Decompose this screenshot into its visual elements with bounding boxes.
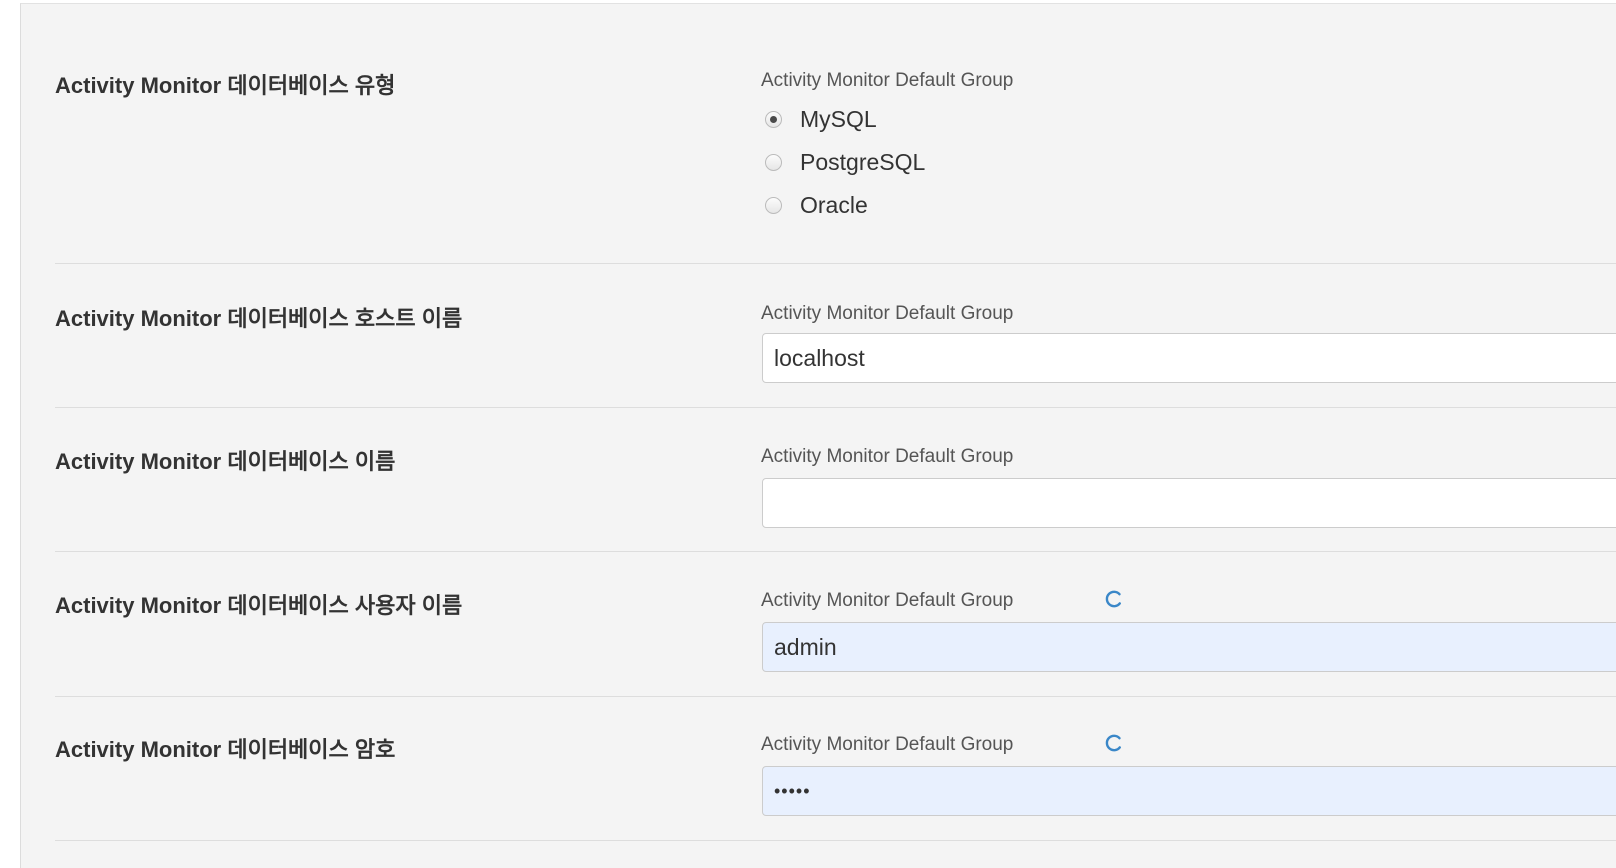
setting-label-user-name: Activity Monitor 데이터베이스 사용자 이름 bbox=[55, 593, 463, 618]
radio-button[interactable] bbox=[765, 154, 782, 171]
radio-option-oracle[interactable]: Oracle bbox=[761, 184, 925, 227]
refresh-icon[interactable] bbox=[1103, 588, 1125, 610]
setting-group-label: Activity Monitor Default Group bbox=[761, 303, 1014, 324]
setting-row-db-name: Activity Monitor 데이터베이스 이름 Activity Moni… bbox=[55, 444, 1616, 552]
setting-label-host-name: Activity Monitor 데이터베이스 호스트 이름 bbox=[55, 306, 463, 331]
setting-row-password: Activity Monitor 데이터베이스 암호 Activity Moni… bbox=[55, 732, 1616, 841]
password-input[interactable] bbox=[762, 766, 1616, 816]
setting-group-label: Activity Monitor Default Group bbox=[761, 734, 1014, 755]
setting-row-db-type: Activity Monitor 데이터베이스 유형 Activity Moni… bbox=[55, 68, 1616, 264]
setting-group-label: Activity Monitor Default Group bbox=[761, 590, 1014, 611]
radio-button-checked[interactable] bbox=[765, 111, 782, 128]
radio-label-postgresql: PostgreSQL bbox=[800, 149, 926, 175]
setting-group-label: Activity Monitor Default Group bbox=[761, 446, 1014, 467]
setting-label-db-type: Activity Monitor 데이터베이스 유형 bbox=[55, 73, 396, 98]
settings-panel: Activity Monitor 데이터베이스 유형 Activity Moni… bbox=[20, 3, 1616, 868]
radio-label-oracle: Oracle bbox=[800, 192, 868, 218]
setting-row-user-name: Activity Monitor 데이터베이스 사용자 이름 Activity … bbox=[55, 588, 1616, 697]
user-name-input[interactable] bbox=[762, 622, 1616, 672]
radio-option-mysql[interactable]: MySQL bbox=[761, 98, 925, 141]
radio-label-mysql: MySQL bbox=[800, 106, 877, 132]
setting-group-label: Activity Monitor Default Group bbox=[761, 70, 1014, 91]
radio-option-postgresql[interactable]: PostgreSQL bbox=[761, 141, 925, 184]
db-type-radio-group: MySQL PostgreSQL Oracle bbox=[761, 98, 925, 227]
refresh-icon[interactable] bbox=[1103, 732, 1125, 754]
setting-label-password: Activity Monitor 데이터베이스 암호 bbox=[55, 737, 396, 762]
setting-label-db-name: Activity Monitor 데이터베이스 이름 bbox=[55, 449, 396, 474]
radio-button[interactable] bbox=[765, 197, 782, 214]
host-name-input[interactable] bbox=[762, 333, 1616, 383]
setting-row-host-name: Activity Monitor 데이터베이스 호스트 이름 Activity … bbox=[55, 301, 1616, 408]
db-name-input[interactable] bbox=[762, 478, 1616, 528]
